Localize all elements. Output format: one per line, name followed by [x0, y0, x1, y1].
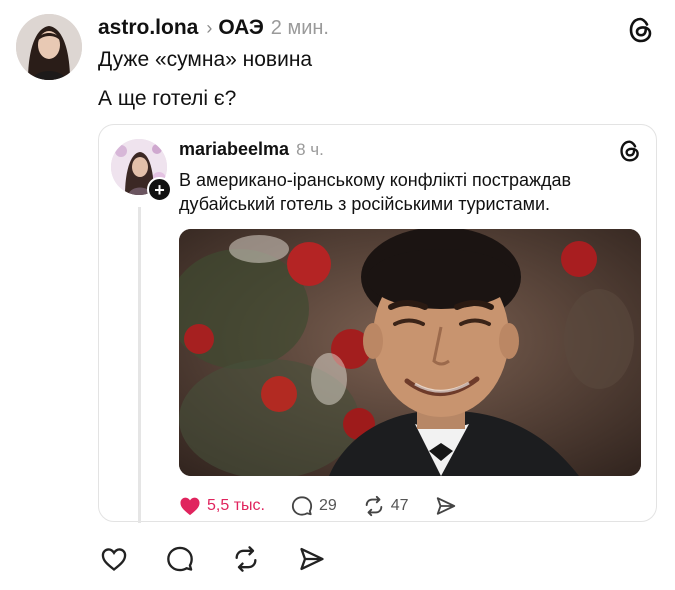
repost-icon — [365, 495, 383, 517]
post-actions — [99, 544, 363, 574]
heart-filled-icon — [180, 497, 200, 516]
share-icon — [436, 497, 455, 515]
comment-icon — [291, 496, 313, 516]
post-timestamp: 2 мин. — [270, 16, 329, 39]
comment-button[interactable]: 29 — [291, 495, 337, 517]
thread-connector-line — [138, 207, 141, 523]
quoted-post-actions: 5,5 тыс. 29 47 — [179, 493, 483, 519]
author-username[interactable]: astro.lona — [98, 16, 198, 40]
repost-count: 47 — [390, 497, 409, 514]
chevron-right-icon: › — [206, 17, 213, 38]
author-location[interactable]: ОАЭ — [218, 16, 263, 40]
quoted-post-image[interactable] — [179, 229, 641, 476]
author-avatar[interactable] — [16, 14, 82, 80]
quoted-post-text: В американо-іранському конфлікті постраж… — [179, 170, 572, 214]
author-avatar-image — [16, 14, 82, 80]
post-text-line-1: Дуже «сумна» новина — [98, 48, 313, 71]
threads-logo-icon[interactable] — [619, 139, 641, 163]
follow-plus-button[interactable]: + — [147, 177, 172, 202]
quoted-post-card[interactable]: + mariabeelma 8 ч. В американо-іранськом… — [98, 124, 657, 523]
like-button[interactable] — [99, 544, 129, 574]
meme-image — [179, 229, 641, 476]
comment-icon — [167, 546, 193, 572]
quoted-post-timestamp: 8 ч. — [296, 140, 324, 159]
repost-button[interactable] — [231, 544, 261, 574]
quoted-author-username[interactable]: mariabeelma — [179, 139, 289, 160]
threads-logo-icon[interactable] — [628, 16, 654, 44]
share-button[interactable] — [435, 495, 457, 517]
comment-button[interactable] — [165, 544, 195, 574]
post-text-line-2: А ще готелі є? — [98, 87, 237, 110]
like-button[interactable]: 5,5 тыс. — [179, 496, 265, 516]
post-header: astro.lona › ОАЭ 2 мин. — [98, 14, 329, 42]
quoted-post-header: mariabeelma 8 ч. — [179, 139, 324, 160]
share-icon — [300, 547, 324, 571]
repost-icon — [235, 546, 257, 572]
share-button[interactable] — [297, 544, 327, 574]
comment-count: 29 — [318, 497, 337, 514]
heart-icon — [101, 548, 127, 571]
repost-button[interactable]: 47 — [363, 495, 409, 517]
like-count: 5,5 тыс. — [207, 497, 265, 514]
